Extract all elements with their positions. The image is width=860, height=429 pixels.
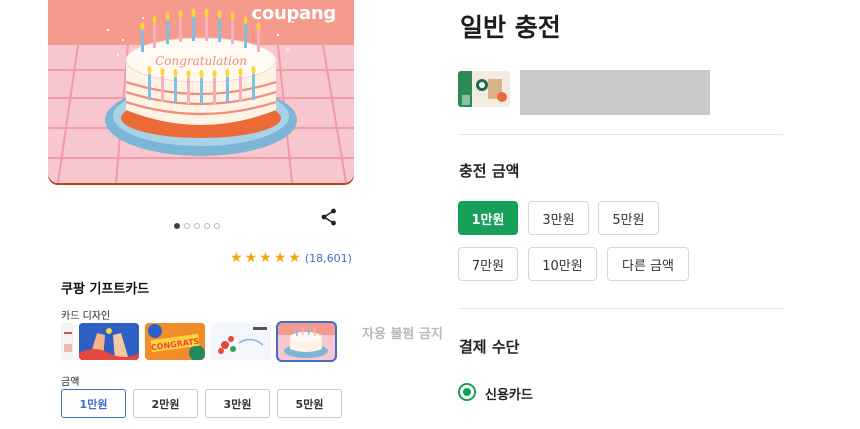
birthday-cake-illustration: Congratulation	[48, 0, 354, 183]
design-thumbnail-flowers[interactable]	[211, 323, 271, 360]
amount-label: 금액	[61, 377, 80, 388]
charge-amount-heading: 충전 금액	[459, 162, 520, 180]
payment-method-heading: 결제 수단	[459, 338, 520, 356]
amount-option-20000[interactable]: 2만원	[133, 389, 198, 418]
card-design-label: 카드 디자인	[61, 311, 111, 322]
design-thumbnail-birthday-cake[interactable]	[276, 321, 337, 362]
gift-card-thumbnail	[458, 71, 510, 107]
charge-option-custom[interactable]: 다른 금액	[607, 247, 689, 281]
design-thumbnail-congrats[interactable]: CONGRATS	[145, 323, 205, 360]
divider	[458, 134, 783, 135]
share-icon[interactable]	[321, 208, 337, 226]
review-count[interactable]: (18,601)	[305, 252, 352, 265]
watermark-text: 자용 불펌 금지	[362, 327, 443, 342]
product-rating[interactable]: ★ ★ ★ ★ ★ (18,601)	[230, 251, 352, 265]
carousel-dot[interactable]	[204, 223, 210, 229]
amount-option-10000[interactable]: 1만원	[61, 389, 126, 418]
design-thumbnail-high-five[interactable]	[79, 323, 139, 360]
carousel-dot[interactable]	[214, 223, 220, 229]
carousel-pagination[interactable]	[174, 223, 220, 229]
star-icon: ★	[259, 250, 272, 266]
coupang-logo: coupang	[251, 3, 337, 24]
product-title: 쿠팡 기프트카드	[61, 282, 150, 297]
svg-text:Congratulation: Congratulation	[155, 54, 247, 68]
page-title: 일반 충전	[460, 13, 561, 42]
carousel-dot[interactable]	[174, 223, 180, 229]
design-thumbnail-coupang[interactable]	[61, 323, 73, 360]
redacted-product-name	[520, 70, 710, 115]
star-icon: ★	[273, 250, 287, 266]
divider	[458, 308, 783, 309]
carousel-dot[interactable]	[194, 223, 200, 229]
carousel-dot[interactable]	[184, 223, 190, 229]
charge-option-100000[interactable]: 10만원	[528, 247, 597, 281]
credit-card-radio[interactable]	[458, 383, 476, 401]
credit-card-option-label[interactable]: 신용카드	[485, 384, 533, 403]
charge-option-10000[interactable]: 1만원	[458, 201, 518, 235]
amount-option-50000[interactable]: 5만원	[277, 389, 342, 418]
star-icon: ★	[244, 250, 258, 266]
gift-card-hero-image: Congratulation coupang	[48, 0, 354, 183]
amount-option-30000[interactable]: 3만원	[205, 389, 270, 418]
charge-option-50000[interactable]: 5만원	[598, 201, 659, 235]
star-icon: ★	[288, 250, 301, 266]
charge-option-30000[interactable]: 3만원	[528, 201, 589, 235]
charge-option-70000[interactable]: 7만원	[458, 247, 518, 281]
star-icon: ★	[230, 250, 243, 266]
